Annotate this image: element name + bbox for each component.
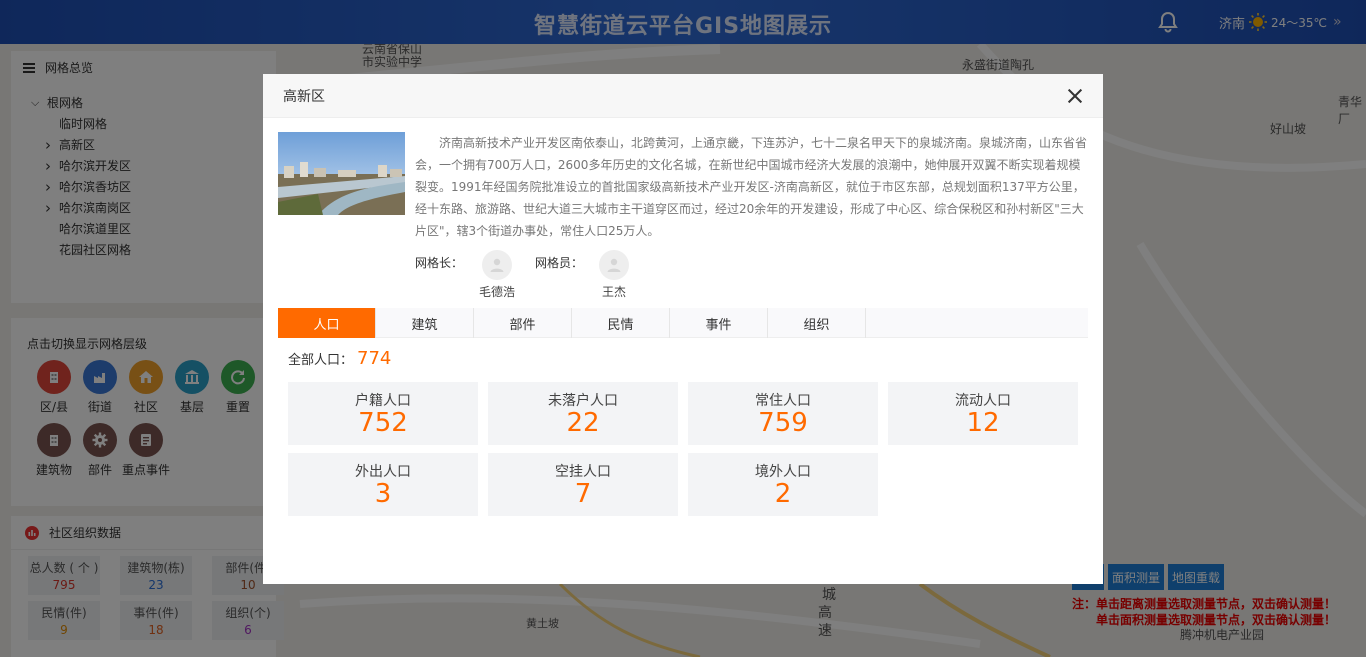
district-modal: 高新区 济南高新技术产业开发区南依泰山，北跨黄河，上通京畿，下连苏沪，七十二泉名… [263,74,1103,584]
population-card-label: 常住人口 [755,393,811,409]
population-card-label: 户籍人口 [355,393,411,409]
grid-staff-member: 网格长： 毛德浩 [415,250,515,300]
tab-2[interactable]: 部件 [474,308,572,338]
population-card-label: 外出人口 [355,464,411,480]
district-description: 济南高新技术产业开发区南依泰山，北跨黄河，上通京畿，下连苏沪，七十二泉名甲天下的… [415,136,1088,238]
tab-5[interactable]: 组织 [768,308,866,338]
population-card[interactable]: 外出人口 3 [288,453,478,516]
population-card[interactable]: 常住人口 759 [688,382,878,445]
population-card-label: 空挂人口 [555,464,611,480]
total-label: 全部人口： [288,353,354,368]
population-card-label: 未落户人口 [548,393,618,409]
staff-avatar-wrap: 毛德浩 [479,250,515,300]
population-card[interactable]: 未落户人口 22 [488,382,678,445]
avatar[interactable] [482,250,513,280]
close-icon[interactable] [1067,88,1083,104]
modal-header: 高新区 [263,74,1103,118]
staff-name: 王杰 [602,285,627,299]
tab-3[interactable]: 民情 [572,308,670,338]
tab-1[interactable]: 建筑 [376,308,474,338]
population-card[interactable]: 户籍人口 752 [288,382,478,445]
population-card-label: 境外人口 [755,464,811,480]
tab-0[interactable]: 人口 [278,308,376,338]
total-value: 774 [357,348,392,369]
population-card-value: 7 [574,479,592,509]
population-card-value: 752 [358,408,408,438]
total-population: 全部人口： 774 [288,348,391,369]
population-card-value: 2 [774,479,792,509]
population-card-value: 759 [758,408,808,438]
grid-staff: 网格长： 毛德浩 网格员： 王杰 [415,250,630,300]
staff-role: 网格员： [535,256,584,270]
population-card[interactable]: 空挂人口 7 [488,453,678,516]
staff-role: 网格长： [415,256,464,270]
population-cards: 户籍人口 752 未落户人口 22 常住人口 759 流动人口 12 外出人口 3 空挂人口 7 境外人… [288,382,1078,516]
population-card[interactable]: 境外人口 2 [688,453,878,516]
population-card[interactable]: 流动人口 12 [888,382,1078,445]
grid-staff-member: 网格员： 王杰 [535,250,630,300]
modal-tabs: 人口 建筑 部件 民情 事件 组织 [278,308,1088,338]
population-card-value: 3 [374,479,392,509]
modal-title: 高新区 [283,88,325,105]
user-icon [607,258,621,272]
population-card-label: 流动人口 [955,393,1011,409]
staff-name: 毛德浩 [479,285,516,299]
population-card-value: 22 [566,408,600,438]
avatar[interactable] [599,250,630,280]
district-photo [278,132,405,215]
staff-avatar-wrap: 王杰 [599,250,630,300]
population-card-value: 12 [966,408,1000,438]
user-icon [490,258,504,272]
tab-4[interactable]: 事件 [670,308,768,338]
district-intro: 济南高新技术产业开发区南依泰山，北跨黄河，上通京畿，下连苏沪，七十二泉名甲天下的… [278,132,1088,302]
